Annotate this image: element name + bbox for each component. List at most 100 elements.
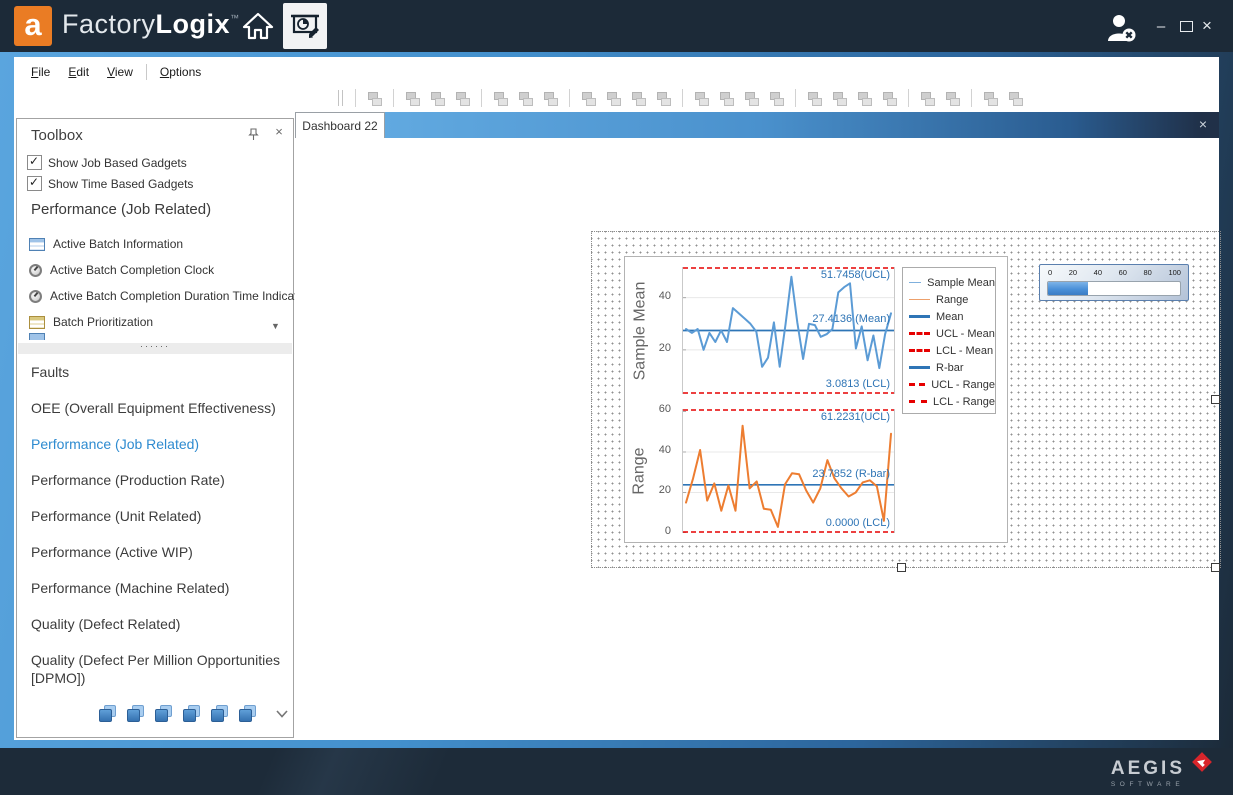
gadget-icon [29,238,45,251]
increase-horizontal-spacing-icon[interactable] [718,90,735,107]
toolbox-filters: Show Job Based Gadgets Show Time Based G… [27,155,193,197]
gadget-list-item[interactable]: Active Batch Completion Clock [29,257,279,283]
increase-vertical-spacing-icon[interactable] [831,90,848,107]
menu-item-options[interactable]: Options [151,62,210,82]
size-to-grid-all-icon[interactable] [655,90,672,107]
y-tick-label: 0 [665,525,671,537]
gadget-category-item[interactable]: Performance (Machine Related) [31,579,287,597]
resize-handle-corner[interactable] [1211,563,1220,572]
gadget-category-item[interactable]: Faults [31,363,287,381]
scale-label: 40 [1094,268,1102,277]
gadget-page-icon-6[interactable] [239,705,256,722]
category-label: OEE (Overall Equipment Effectiveness) [31,400,276,416]
gadget-category-item[interactable]: Quality (Defect Related) [31,615,287,633]
gadget-category-item[interactable]: Performance (Active WIP) [31,543,287,561]
spc-chart-gadget[interactable]: Sample Mean 2040 51.7458(UCL)27.4136 (Me… [624,256,1008,543]
toolbar-grip[interactable] [338,90,343,106]
align-horizontal-center-icon[interactable] [429,90,446,107]
gadget-page-icon-5[interactable] [211,705,228,722]
dashboard-canvas[interactable]: Sample Mean 2040 51.7458(UCL)27.4136 (Me… [295,138,1219,740]
aegis-logo: AEGIS SOFTWARE [1111,757,1215,788]
pin-panel-button[interactable] [247,128,263,144]
sample-mean-plot: 51.7458(UCL)27.4136 (Mean)3.0813 (LCL) [682,267,895,394]
toolbox-splitter[interactable]: ······ [18,343,292,354]
gadget-list-dropdown[interactable]: ▼ [271,321,280,331]
home-icon [242,12,274,40]
gadget-page-icon-1[interactable] [99,705,116,722]
tab-strip: × [385,112,1219,138]
y-tick-label: 40 [659,290,671,302]
logout-user-button[interactable] [1100,10,1144,46]
menu-item-edit[interactable]: Edit [59,62,98,82]
gadget-list-item[interactable]: Active Batch Information [29,231,279,257]
category-label: Quality (Defect Per Million Opportunitie… [31,652,280,686]
equal-horizontal-spacing-icon[interactable] [693,90,710,107]
minimize-button[interactable]: – [1150,14,1172,38]
tab-dashboard-22[interactable]: Dashboard 22 [295,112,385,138]
gadget-page-icon-4[interactable] [183,705,200,722]
home-button[interactable] [236,3,280,49]
gadget-category-item[interactable]: OEE (Overall Equipment Effectiveness) [31,399,287,417]
remove-vertical-spacing-icon[interactable] [881,90,898,107]
gadget-list: Active Batch Information Active Batch Co… [29,231,279,335]
remove-horizontal-spacing-icon[interactable] [768,90,785,107]
send-to-back-icon[interactable] [1007,90,1024,107]
gadget-page-icon-2[interactable] [127,705,144,722]
y-tick-label: 20 [659,342,671,354]
gadget-list-item[interactable]: Batch Prioritization [29,309,279,335]
align-top-icon[interactable] [492,90,509,107]
control-limit-label: 3.0813 (LCL) [826,378,890,390]
resize-handle-bottom[interactable] [897,563,906,572]
scale-label: 0 [1048,268,1052,277]
menu-item-view[interactable]: View [98,62,142,82]
legend-line-sample [909,299,930,300]
gadget-page-icon-3[interactable] [155,705,172,722]
align-bottom-icon[interactable] [542,90,559,107]
same-width-icon[interactable] [580,90,597,107]
layout-toolbar [332,85,1028,111]
gadget-category-item[interactable]: Performance (Job Related) [31,435,287,453]
decrease-vertical-spacing-icon[interactable] [856,90,873,107]
align-left-icon[interactable] [404,90,421,107]
gadget-category-item[interactable]: Performance (Unit Related) [31,507,287,525]
checkbox[interactable] [27,155,42,170]
equal-vertical-spacing-icon[interactable] [806,90,823,107]
progress-bar-gadget[interactable]: 020406080100 [1039,264,1189,301]
legend-label: Mean [936,311,964,323]
menu-item-file[interactable]: File [22,62,59,82]
dashboard-editor-button[interactable] [283,3,327,49]
checkbox[interactable] [27,176,42,191]
maximize-button[interactable] [1175,14,1197,38]
close-dashboard-button[interactable]: × [1199,116,1207,132]
center-horizontally-icon[interactable] [919,90,936,107]
filter-checkbox-row[interactable]: Show Job Based Gadgets [27,155,193,170]
align-right-icon[interactable] [454,90,471,107]
app-title: FactoryLogix™ [62,9,240,40]
same-height-icon[interactable] [605,90,622,107]
gadget-category-item[interactable]: Quality (Defect Per Million Opportunitie… [31,651,287,687]
align-vertical-center-icon[interactable] [517,90,534,107]
close-button[interactable]: × [1196,14,1218,38]
maximize-icon [1180,21,1193,32]
filter-checkbox-row[interactable]: Show Time Based Gadgets [27,176,193,191]
nav-collapse-button[interactable] [276,710,288,718]
footer: AEGIS SOFTWARE [0,748,1233,795]
toolbar-separator [481,89,482,107]
legend-label: LCL - Mean [936,345,993,357]
sample-mean-series [683,267,894,394]
progress-fill [1048,282,1088,295]
same-size-icon[interactable] [630,90,647,107]
decrease-horizontal-spacing-icon[interactable] [743,90,760,107]
gadget-category-item[interactable]: Performance (Production Rate) [31,471,287,489]
resize-handle-right[interactable] [1211,395,1220,404]
category-nav-icons [99,705,288,722]
bring-to-front-icon[interactable] [982,90,999,107]
brand-suffix: Logix [156,9,231,39]
close-toolbox-button[interactable]: × [271,124,287,140]
y-axis-ticks-range: 0204060 [649,409,678,533]
center-vertically-icon[interactable] [944,90,961,107]
size-to-grid-icon[interactable] [366,90,383,107]
category-label: Performance (Job Related) [31,436,199,452]
legend-entry: Mean [909,308,995,325]
gadget-list-item[interactable]: Active Batch Completion Duration Time In… [29,283,279,309]
